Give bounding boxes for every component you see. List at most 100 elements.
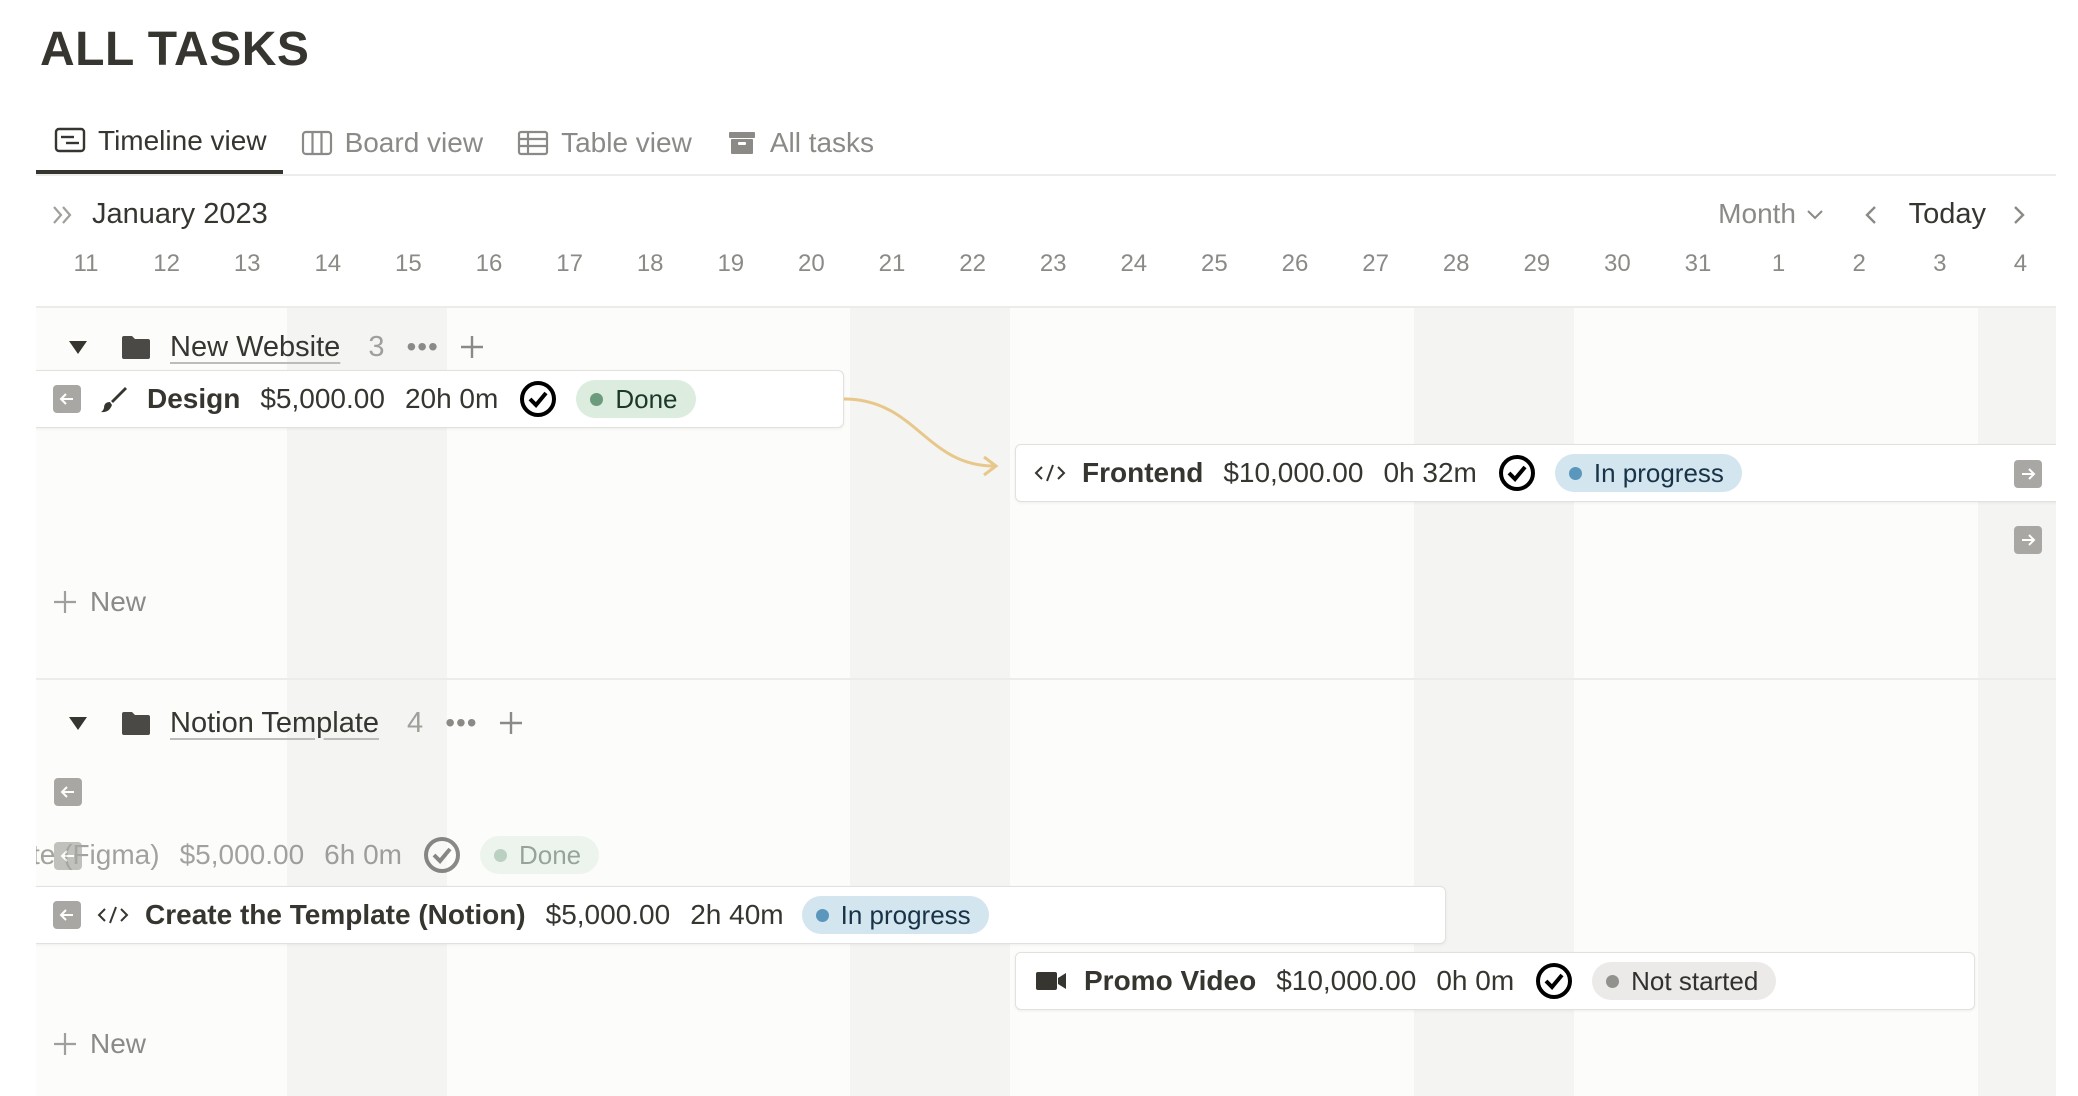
task-hours: 6h 0m [324,839,402,870]
task-amount: $10,000.00 [1223,457,1364,488]
day-label: 14 [314,250,342,277]
group-header-notion-template: Notion Template 4 ••• [36,698,528,748]
tab-timeline-view[interactable]: Timeline view [36,112,283,174]
day-label: 13 [233,250,261,277]
day-label: 12 [153,250,180,277]
task-name: Design [147,383,241,414]
code-icon [97,904,129,926]
task-name: Frontend [1082,457,1204,488]
new-label: New [90,1028,147,1059]
day-label: 3 [1933,250,1947,277]
group-name[interactable]: New Website [170,331,340,364]
month-label: January 2023 [92,198,268,230]
arrow-left-icon[interactable] [54,778,82,806]
table-icon [515,125,551,161]
tab-label: Timeline view [98,125,267,156]
chevron-down-icon [1804,203,1826,225]
double-chevron-right-icon[interactable] [48,200,78,230]
arrow-left-icon[interactable] [53,385,81,413]
page-title: ALL TASKS [40,23,310,76]
today-button[interactable]: Today [1909,198,1986,231]
day-label: 19 [717,250,745,277]
task-bar-create-template[interactable]: Create the Template (Notion) $5,000.00 2… [36,886,1446,944]
status-badge[interactable]: In progress [1554,454,1742,492]
arrow-left-icon[interactable] [53,901,81,929]
task-hours: 2h 40m [690,899,784,930]
folder-icon [118,705,154,741]
day-label: 15 [395,250,422,277]
day-label: 2 [1852,250,1866,277]
status-dot [493,848,507,862]
day-label: 26 [1281,250,1309,277]
folder-icon [118,329,154,365]
group-count: 4 [407,706,424,739]
day-label: 17 [556,250,583,277]
weekend-column [1978,306,2056,1096]
day-label: 1 [1771,250,1786,277]
add-icon[interactable] [455,330,489,364]
day-label: 24 [1120,250,1148,277]
task-bar-figma[interactable]: te (Figma) $5,000.00 6h 0m Done [36,826,832,884]
more-icon[interactable]: ••• [406,331,438,363]
task-bar-frontend[interactable]: Frontend $10,000.00 0h 32m In progress [1015,444,2056,502]
caret-down-icon[interactable] [58,703,98,743]
day-label: 18 [636,250,664,277]
status-badge[interactable]: Done [479,836,600,874]
status-label: In progress [840,899,971,930]
day-strip: 11 12 13 14 15 16 17 18 19 20 21 22 23 24 25 26 27 28 29 30… [36,250,2056,286]
scale-label: Month [1718,198,1796,229]
brush-icon [99,384,129,414]
more-icon[interactable]: ••• [445,707,477,739]
task-bar-design[interactable]: Design $5,000.00 20h 0m Done [36,370,844,428]
group-header-new-website: New Website 3 ••• [36,322,489,372]
group-name[interactable]: Notion Template [170,707,379,740]
check-circle-icon[interactable] [422,835,462,875]
day-label: 20 [798,250,825,277]
arrow-right-icon[interactable] [2014,460,2042,488]
board-icon [299,125,335,161]
task-amount: $10,000.00 [1276,965,1417,996]
new-task-button[interactable]: New [50,1028,146,1060]
tab-table-view[interactable]: Table view [499,112,708,174]
check-circle-icon[interactable] [1497,453,1537,493]
day-label: 16 [475,250,503,277]
tab-all-tasks[interactable]: All tasks [708,112,890,174]
group-count: 3 [368,330,385,363]
day-label: 23 [1039,250,1067,277]
status-dot [590,392,604,406]
caret-down-icon[interactable] [58,327,98,367]
task-bar-promo-video[interactable]: Promo Video $10,000.00 0h 0m Not started [1015,952,1975,1010]
new-label: New [90,586,147,617]
code-icon [1034,462,1066,484]
plus-icon [50,1029,80,1059]
add-icon[interactable] [494,706,528,740]
status-badge[interactable]: Done [576,380,696,418]
day-label: 27 [1362,250,1389,277]
calendar-header: January 2023 Month Today [36,190,2056,242]
tabs-divider [36,174,2056,176]
task-name: Create the Template (Notion) [145,899,526,930]
arrow-left-icon[interactable] [54,842,82,870]
plus-icon [50,587,80,617]
task-amount: $5,000.00 [260,383,385,414]
task-name: Promo Video [1084,965,1257,996]
chevron-right-icon[interactable] [2004,200,2034,230]
status-badge[interactable]: Not started [1592,962,1777,1000]
status-badge[interactable]: In progress [801,896,989,934]
new-task-button[interactable]: New [50,586,146,618]
chevron-left-icon[interactable] [1856,200,1886,230]
status-dot [815,908,829,922]
tab-label: All tasks [769,127,875,158]
check-circle-icon[interactable] [518,379,558,419]
tab-label: Table view [561,127,692,158]
day-label: 21 [878,250,906,277]
scale-select[interactable]: Month [1718,198,1826,230]
task-amount: $5,000.00 [545,899,671,930]
status-dot [1606,974,1620,988]
task-hours: 0h 0m [1436,965,1515,996]
check-circle-icon[interactable] [1534,961,1574,1001]
tab-board-view[interactable]: Board view [283,112,500,174]
day-label: 4 [2013,250,2028,277]
arrow-right-icon[interactable] [2014,526,2042,554]
status-label: Done [615,383,678,414]
